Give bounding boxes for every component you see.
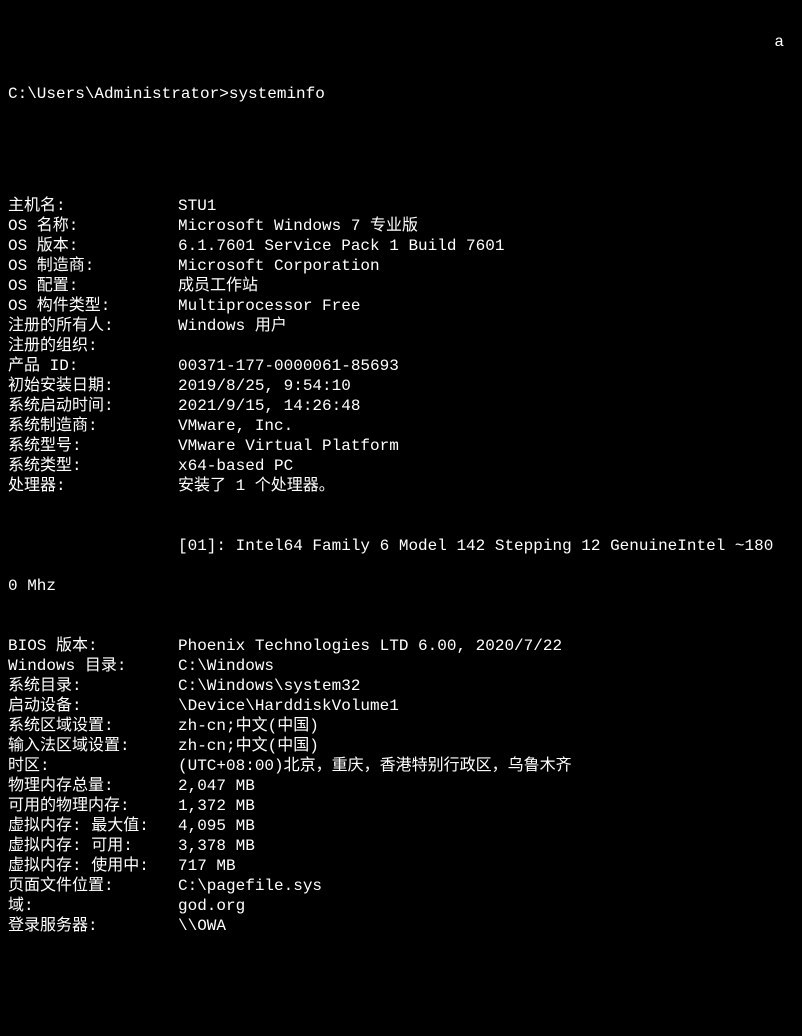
output-row: OS 制造商:Microsoft Corporation <box>8 256 794 276</box>
output-row: 主机名:STU1 <box>8 196 794 216</box>
field-label: 物理内存总量: <box>8 776 178 796</box>
output-row: 物理内存总量:2,047 MB <box>8 776 794 796</box>
field-value: \Device\HarddiskVolume1 <box>178 696 399 716</box>
output-row: Windows 目录:C:\Windows <box>8 656 794 676</box>
output-row: 启动设备:\Device\HarddiskVolume1 <box>8 696 794 716</box>
output-row: 虚拟内存: 使用中:717 MB <box>8 856 794 876</box>
field-value: C:\pagefile.sys <box>178 876 322 896</box>
field-value: Microsoft Windows 7 专业版 <box>178 216 418 236</box>
field-label: OS 版本: <box>8 236 178 256</box>
processor-detail-wrap: 0 Mhz <box>8 576 794 596</box>
output-row: 处理器:安装了 1 个处理器。 <box>8 476 794 496</box>
output-row: 虚拟内存: 可用:3,378 MB <box>8 836 794 856</box>
command-prompt-line: C:\Users\Administrator>systeminfo <box>8 84 794 104</box>
output-row: 登录服务器:\\OWA <box>8 916 794 936</box>
output-row: OS 构件类型:Multiprocessor Free <box>8 296 794 316</box>
processor-detail-line: [01]: Intel64 Family 6 Model 142 Steppin… <box>8 536 794 556</box>
output-row: 系统区域设置:zh-cn;中文(中国) <box>8 716 794 736</box>
field-label: 注册的组织: <box>8 336 178 356</box>
field-label: 注册的所有人: <box>8 316 178 336</box>
output-row: 系统目录:C:\Windows\system32 <box>8 676 794 696</box>
output-row: 系统制造商:VMware, Inc. <box>8 416 794 436</box>
field-value: 1,372 MB <box>178 796 255 816</box>
field-label: 启动设备: <box>8 696 178 716</box>
field-label: 系统制造商: <box>8 416 178 436</box>
field-value: VMware, Inc. <box>178 416 293 436</box>
field-value: Microsoft Corporation <box>178 256 380 276</box>
output-row: BIOS 版本:Phoenix Technologies LTD 6.00, 2… <box>8 636 794 656</box>
output-row: 系统型号:VMware Virtual Platform <box>8 436 794 456</box>
field-label: 时区: <box>8 756 178 776</box>
field-label: BIOS 版本: <box>8 636 178 656</box>
stray-char: a <box>774 32 784 52</box>
field-label: 输入法区域设置: <box>8 736 178 756</box>
field-label: 系统类型: <box>8 456 178 476</box>
field-label: 系统区域设置: <box>8 716 178 736</box>
output-row: 注册的组织: <box>8 336 794 356</box>
field-value: \\OWA <box>178 916 226 936</box>
field-label: 系统型号: <box>8 436 178 456</box>
field-value: god.org <box>178 896 245 916</box>
field-label: 系统启动时间: <box>8 396 178 416</box>
field-value: 2021/9/15, 14:26:48 <box>178 396 360 416</box>
field-label: 虚拟内存: 最大值: <box>8 816 178 836</box>
output-row: 产品 ID:00371-177-0000061-85693 <box>8 356 794 376</box>
field-value: 2,047 MB <box>178 776 255 796</box>
field-label: 主机名: <box>8 196 178 216</box>
field-value: 成员工作站 <box>178 276 258 296</box>
field-label: OS 名称: <box>8 216 178 236</box>
output-row: 域:god.org <box>8 896 794 916</box>
field-label: 初始安装日期: <box>8 376 178 396</box>
field-value: x64-based PC <box>178 456 293 476</box>
field-value: Multiprocessor Free <box>178 296 360 316</box>
field-label: OS 配置: <box>8 276 178 296</box>
field-label: 页面文件位置: <box>8 876 178 896</box>
field-value: 4,095 MB <box>178 816 255 836</box>
field-label: OS 制造商: <box>8 256 178 276</box>
field-label: OS 构件类型: <box>8 296 178 316</box>
output-row: OS 配置:成员工作站 <box>8 276 794 296</box>
field-value: STU1 <box>178 196 216 216</box>
field-value: Phoenix Technologies LTD 6.00, 2020/7/22 <box>178 636 562 656</box>
systeminfo-output-block-2: BIOS 版本:Phoenix Technologies LTD 6.00, 2… <box>8 636 794 936</box>
field-value: Windows 用户 <box>178 316 287 336</box>
field-label: 域: <box>8 896 178 916</box>
field-value: 717 MB <box>178 856 236 876</box>
output-row: 可用的物理内存:1,372 MB <box>8 796 794 816</box>
field-value: C:\Windows\system32 <box>178 676 360 696</box>
field-value: 2019/8/25, 9:54:10 <box>178 376 351 396</box>
field-label: 处理器: <box>8 476 178 496</box>
output-row: 初始安装日期:2019/8/25, 9:54:10 <box>8 376 794 396</box>
field-label: 登录服务器: <box>8 916 178 936</box>
field-value: 00371-177-0000061-85693 <box>178 356 399 376</box>
field-value: 安装了 1 个处理器。 <box>178 476 335 496</box>
field-label: 虚拟内存: 使用中: <box>8 856 178 876</box>
output-row: 系统类型:x64-based PC <box>8 456 794 476</box>
field-value: 6.1.7601 Service Pack 1 Build 7601 <box>178 236 504 256</box>
field-label: 可用的物理内存: <box>8 796 178 816</box>
field-value: zh-cn;中文(中国) <box>178 736 319 756</box>
field-label: 虚拟内存: 可用: <box>8 836 178 856</box>
field-value: C:\Windows <box>178 656 274 676</box>
field-value: 3,378 MB <box>178 836 255 856</box>
output-row: 页面文件位置:C:\pagefile.sys <box>8 876 794 896</box>
field-value: zh-cn;中文(中国) <box>178 716 319 736</box>
output-row: OS 版本:6.1.7601 Service Pack 1 Build 7601 <box>8 236 794 256</box>
field-value: VMware Virtual Platform <box>178 436 399 456</box>
output-row: OS 名称:Microsoft Windows 7 专业版 <box>8 216 794 236</box>
field-label: 系统目录: <box>8 676 178 696</box>
output-row: 时区:(UTC+08:00)北京，重庆，香港特别行政区，乌鲁木齐 <box>8 756 794 776</box>
field-label: 产品 ID: <box>8 356 178 376</box>
field-label: Windows 目录: <box>8 656 178 676</box>
output-row: 注册的所有人:Windows 用户 <box>8 316 794 336</box>
output-row: 系统启动时间:2021/9/15, 14:26:48 <box>8 396 794 416</box>
field-value: (UTC+08:00)北京，重庆，香港特别行政区，乌鲁木齐 <box>178 756 572 776</box>
output-row: 输入法区域设置:zh-cn;中文(中国) <box>8 736 794 756</box>
systeminfo-output-block-1: 主机名:STU1OS 名称:Microsoft Windows 7 专业版OS … <box>8 196 794 496</box>
output-row: 虚拟内存: 最大值:4,095 MB <box>8 816 794 836</box>
